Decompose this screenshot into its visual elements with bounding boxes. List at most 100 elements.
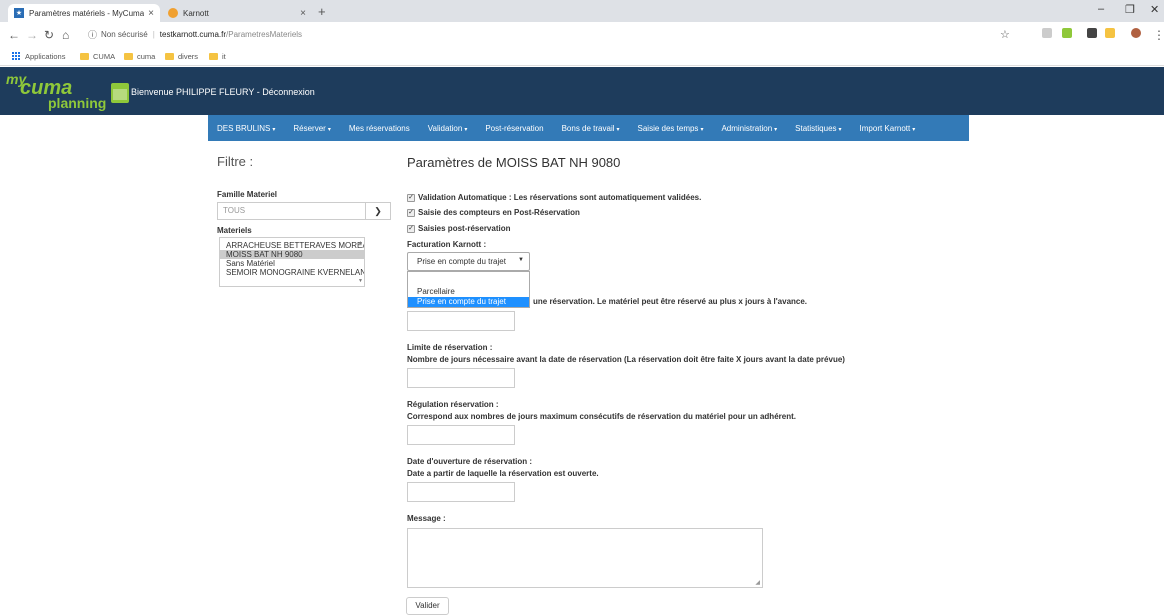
resize-grip-icon[interactable]: ◢ <box>755 579 760 586</box>
security-label: Non sécurisé <box>101 30 148 39</box>
caret-down-icon: ▾ <box>464 126 468 133</box>
nav-post-reservation[interactable]: Post-réservation <box>485 124 543 133</box>
welcome-logout-link[interactable]: Bienvenue PHILIPPE FLEURY - Déconnexion <box>131 87 315 97</box>
window-close-icon[interactable]: ✕ <box>1150 3 1159 16</box>
nav-reserver[interactable]: Réserver ▾ <box>293 124 330 133</box>
extension-icon[interactable] <box>1105 28 1115 38</box>
facturation-dropdown: Parcellaire Prise en compte du trajet <box>407 271 530 308</box>
nav-saisie-des-temps[interactable]: Saisie des temps ▾ <box>638 124 704 133</box>
minimize-icon[interactable]: – <box>1098 3 1104 15</box>
ouverture-desc: Date a partir de laquelle la réservation… <box>407 469 599 478</box>
url-host: testkarnott.cuma.fr <box>159 30 227 39</box>
caret-down-icon: ▾ <box>616 126 620 133</box>
option-parcellaire[interactable]: Parcellaire <box>408 287 529 297</box>
home-icon[interactable]: ⌂ <box>62 28 69 42</box>
famille-select[interactable]: TOUS ❯ <box>217 202 391 220</box>
regulation-desc: Correspond aux nombres de jours maximum … <box>407 412 796 421</box>
limite-input[interactable] <box>407 368 515 388</box>
list-item-selected[interactable]: MOISS BAT NH 9080 <box>220 250 364 259</box>
extension-icon[interactable] <box>1062 28 1072 38</box>
list-item[interactable]: ARRACHEUSE BETTERAVES MOREAU <box>220 241 364 250</box>
bookmarks-bar: Applications CUMA cuma divers it <box>0 48 1164 66</box>
checkbox-saisie-compteurs[interactable]: ✓ <box>407 209 415 217</box>
filter-title: Filtre : <box>217 154 254 169</box>
page-title: Paramètres de MOISS BAT NH 9080 <box>407 155 621 170</box>
extension-icon[interactable] <box>1042 28 1052 38</box>
bookmark-star-icon[interactable]: ☆ <box>1000 28 1010 41</box>
ouverture-date-input[interactable] <box>407 482 515 502</box>
chevron-down-icon[interactable]: ❯ <box>365 203 390 219</box>
address-bar: ← → ↻ ⌂ ⓘ Non sécurisé | testkarnott.cum… <box>0 22 1164 48</box>
option-prise-en-compte-trajet[interactable]: Prise en compte du trajet <box>408 297 529 307</box>
limite-desc: Nombre de jours nécessaire avant la date… <box>407 355 845 364</box>
valider-button[interactable]: Valider <box>406 597 449 615</box>
nav-des-brulins[interactable]: DES BRULINS ▾ <box>217 124 275 133</box>
close-tab-icon[interactable]: × <box>148 8 154 19</box>
facturation-label: Facturation Karnott : <box>407 240 487 249</box>
url-path: /ParametresMateriels <box>226 30 303 39</box>
nav-bons-de-travail[interactable]: Bons de travail ▾ <box>562 124 620 133</box>
browser-tab-strip: ★ Paramètres matériels - MyCuma × Karnot… <box>0 0 1164 22</box>
nav-validation[interactable]: Validation ▾ <box>428 124 468 133</box>
folder-icon <box>124 53 133 60</box>
famille-value: TOUS <box>223 206 246 215</box>
folder-icon <box>209 53 218 60</box>
materiels-listbox[interactable]: ARRACHEUSE BETTERAVES MOREAU MOISS BAT N… <box>219 237 365 287</box>
checkbox-validation-auto[interactable]: ✓ <box>407 194 415 202</box>
listbox-scrollbar[interactable]: ▲ ▼ <box>358 238 364 286</box>
mycuma-favicon-icon: ★ <box>14 8 24 18</box>
caret-down-icon: ▾ <box>272 126 276 133</box>
message-textarea[interactable]: ◢ <box>407 528 763 588</box>
caret-down-icon: ▾ <box>838 126 842 133</box>
message-label: Message : <box>407 514 446 523</box>
folder-icon <box>165 53 174 60</box>
reload-icon[interactable]: ↻ <box>44 28 54 42</box>
menu-kebab-icon[interactable]: ⋮ <box>1153 28 1164 42</box>
bookmark-folder-divers[interactable]: divers <box>165 52 198 61</box>
url-field[interactable]: ⓘ Non sécurisé | testkarnott.cuma.fr /Pa… <box>88 28 302 41</box>
checkbox-label: Saisie des compteurs en Post-Réservation <box>418 208 580 217</box>
browser-tab-karnott[interactable]: Karnott × <box>162 4 312 22</box>
regulation-input[interactable] <box>407 425 515 445</box>
bookmark-folder-cuma-lower[interactable]: cuma <box>124 52 155 61</box>
nav-administration[interactable]: Administration ▾ <box>721 124 777 133</box>
info-icon[interactable]: ⓘ <box>88 28 97 41</box>
back-icon[interactable]: ← <box>8 28 20 42</box>
list-item[interactable]: SEMOIR MONOGRAINE KVERNELAND <box>220 268 364 277</box>
facturation-value: Prise en compte du trajet <box>417 257 506 266</box>
nav-mes-reservations[interactable]: Mes réservations <box>349 124 410 133</box>
caret-down-icon: ▾ <box>327 126 331 133</box>
folder-icon <box>80 53 89 60</box>
limite-label: Limite de réservation : <box>407 343 493 352</box>
forward-icon[interactable]: → <box>26 28 38 42</box>
scroll-down-icon[interactable]: ▼ <box>358 278 363 284</box>
calendar-logo-icon <box>111 83 129 103</box>
caret-down-icon: ▾ <box>700 126 704 133</box>
caret-down-icon: ▼ <box>518 257 524 263</box>
regulation-label: Régulation réservation : <box>407 400 499 409</box>
nav-import-karnott[interactable]: Import Karnott ▾ <box>860 124 916 133</box>
caret-down-icon: ▾ <box>912 126 916 133</box>
main-nav: DES BRULINS ▾ Réserver ▾ Mes réservations … <box>208 115 969 141</box>
list-item[interactable]: Sans Matériel <box>220 259 364 268</box>
checkbox-label: Saisies post-réservation <box>418 224 511 233</box>
bookmark-applications[interactable]: Applications <box>12 52 65 61</box>
materiels-label: Materiels <box>217 226 252 235</box>
close-tab-icon[interactable]: × <box>300 8 306 19</box>
apps-grid-icon <box>12 52 21 61</box>
checkbox-saisies-post[interactable]: ✓ <box>407 225 415 233</box>
caret-down-icon: ▾ <box>774 126 778 133</box>
reservation-advance-desc: une réservation. Le matériel peut être r… <box>533 297 808 306</box>
profile-avatar[interactable] <box>1131 28 1141 38</box>
maximize-icon[interactable]: ❐ <box>1125 3 1135 16</box>
bookmark-folder-it[interactable]: it <box>209 52 226 61</box>
famille-label: Famille Materiel <box>217 190 278 199</box>
scroll-up-icon[interactable]: ▲ <box>358 240 363 246</box>
new-tab-icon[interactable]: + <box>318 4 326 19</box>
bookmark-folder-cuma[interactable]: CUMA <box>80 52 115 61</box>
extension-icon[interactable] <box>1087 28 1097 38</box>
advance-days-input[interactable] <box>407 311 515 331</box>
browser-tab-active[interactable]: ★ Paramètres matériels - MyCuma × <box>8 4 160 22</box>
facturation-select[interactable]: Prise en compte du trajet ▼ <box>407 252 530 271</box>
nav-statistiques[interactable]: Statistiques ▾ <box>795 124 841 133</box>
